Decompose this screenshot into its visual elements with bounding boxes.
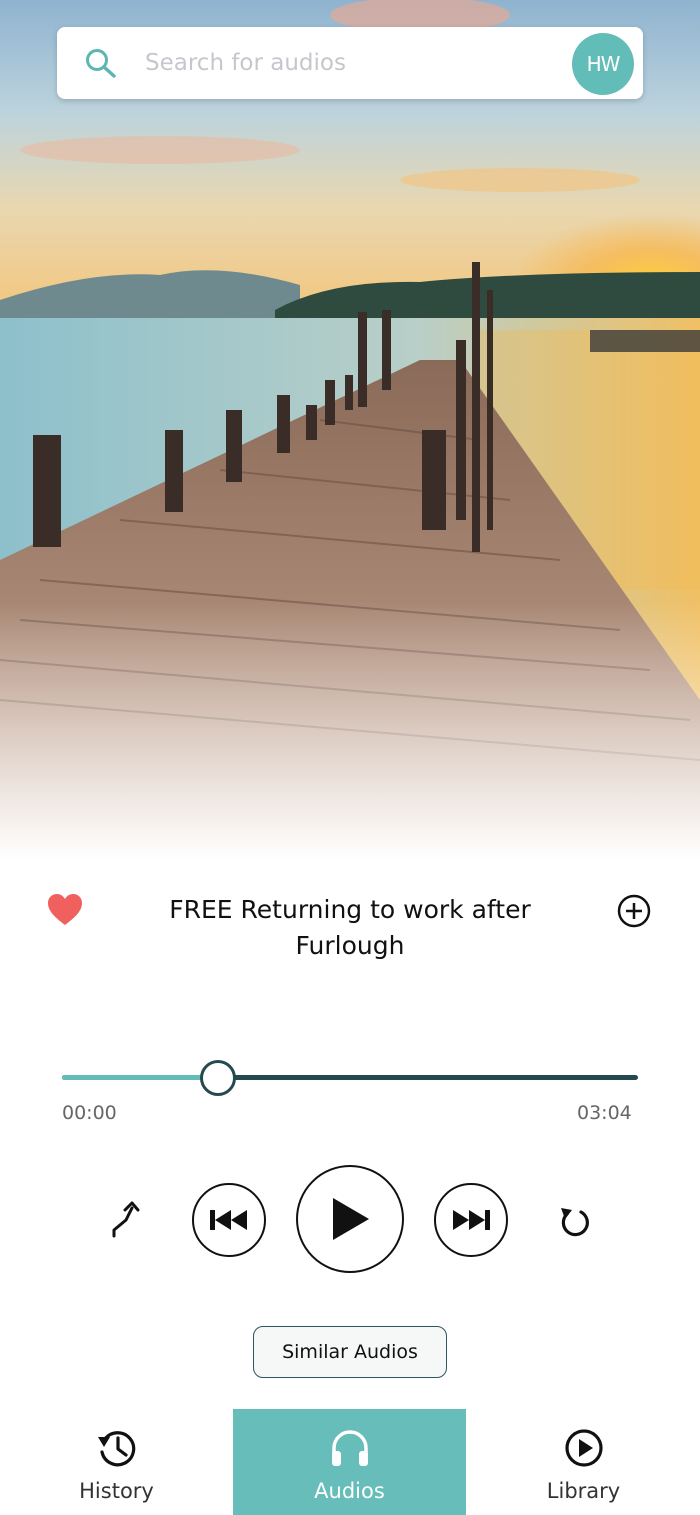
progress-slider[interactable] <box>62 1060 638 1096</box>
search-input[interactable] <box>145 41 545 85</box>
play-circle-icon <box>564 1429 603 1467</box>
heart-icon[interactable] <box>47 893 83 927</box>
brand-logo-text: HW <box>586 52 621 76</box>
shuffle-icon[interactable] <box>106 1198 146 1242</box>
hero-fade <box>0 600 700 860</box>
next-button[interactable] <box>434 1183 508 1257</box>
slider-fill <box>62 1075 218 1080</box>
history-icon <box>97 1431 135 1467</box>
skip-next-icon <box>453 1210 490 1230</box>
search-bar: HW <box>57 27 643 99</box>
bottom-nav: History Audios Library <box>0 1409 700 1515</box>
slider-thumb[interactable] <box>199 1060 236 1096</box>
current-time: 00:00 <box>62 1102 117 1124</box>
nav-item-library[interactable]: Library <box>467 1409 700 1515</box>
nav-item-history[interactable]: History <box>0 1409 233 1515</box>
total-time: 03:04 <box>577 1102 632 1124</box>
skip-previous-icon <box>210 1210 247 1230</box>
hero-image <box>0 0 700 860</box>
nav-label-history: History <box>79 1479 154 1503</box>
plus-circle-icon[interactable] <box>617 894 651 928</box>
headphones-icon <box>331 1430 368 1466</box>
brand-logo[interactable]: HW <box>572 33 634 95</box>
similar-audios-button[interactable]: Similar Audios <box>253 1326 447 1378</box>
play-button[interactable] <box>296 1165 404 1273</box>
play-icon <box>333 1198 369 1240</box>
similar-audios-label: Similar Audios <box>282 1341 418 1363</box>
track-title: FREE Returning to work after Furlough <box>169 895 531 960</box>
previous-button[interactable] <box>192 1183 266 1257</box>
nav-label-library: Library <box>546 1479 621 1503</box>
nav-item-audios[interactable]: Audios <box>233 1409 466 1515</box>
repeat-icon[interactable] <box>555 1203 595 1243</box>
search-icon[interactable] <box>83 47 119 81</box>
nav-label-audios: Audios <box>314 1479 385 1503</box>
